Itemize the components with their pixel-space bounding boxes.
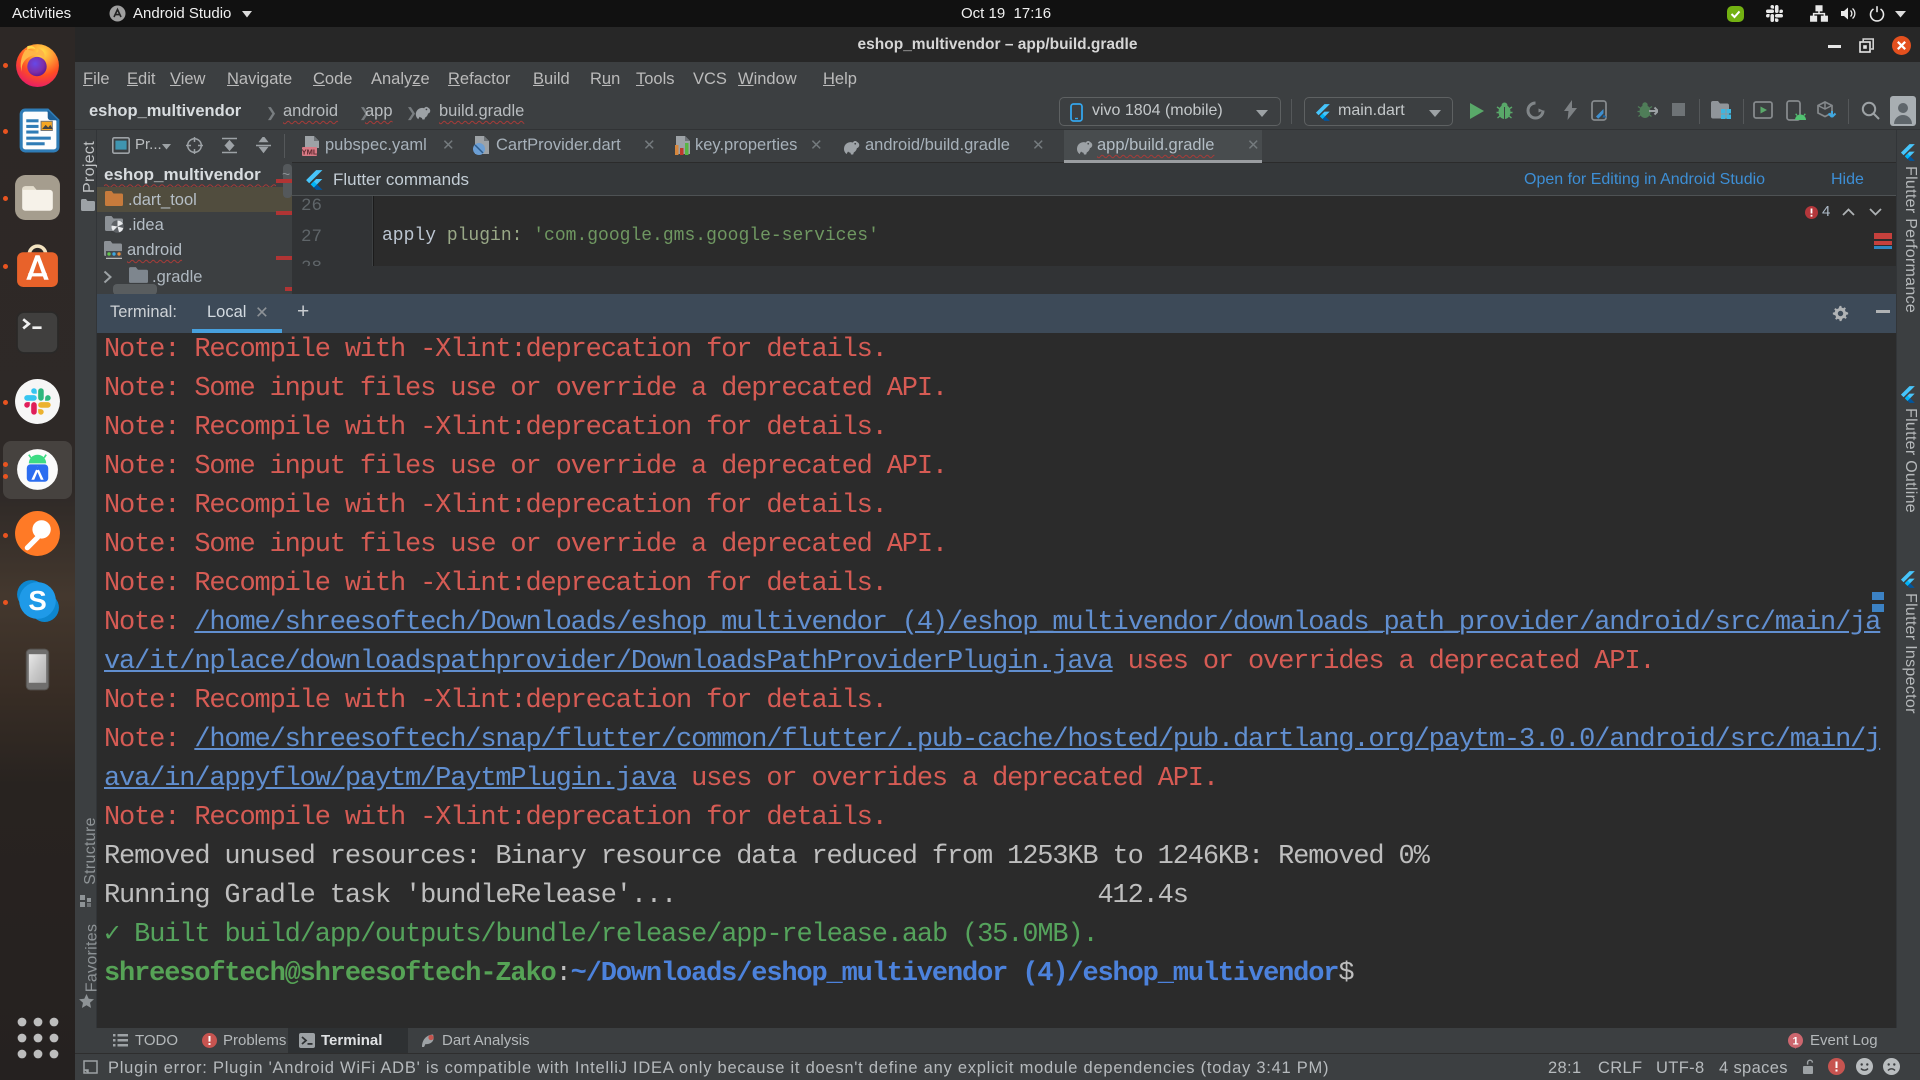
svg-text:YML: YML — [302, 148, 318, 157]
svg-text:S: S — [28, 585, 46, 616]
svg-text:1: 1 — [1792, 1036, 1798, 1048]
